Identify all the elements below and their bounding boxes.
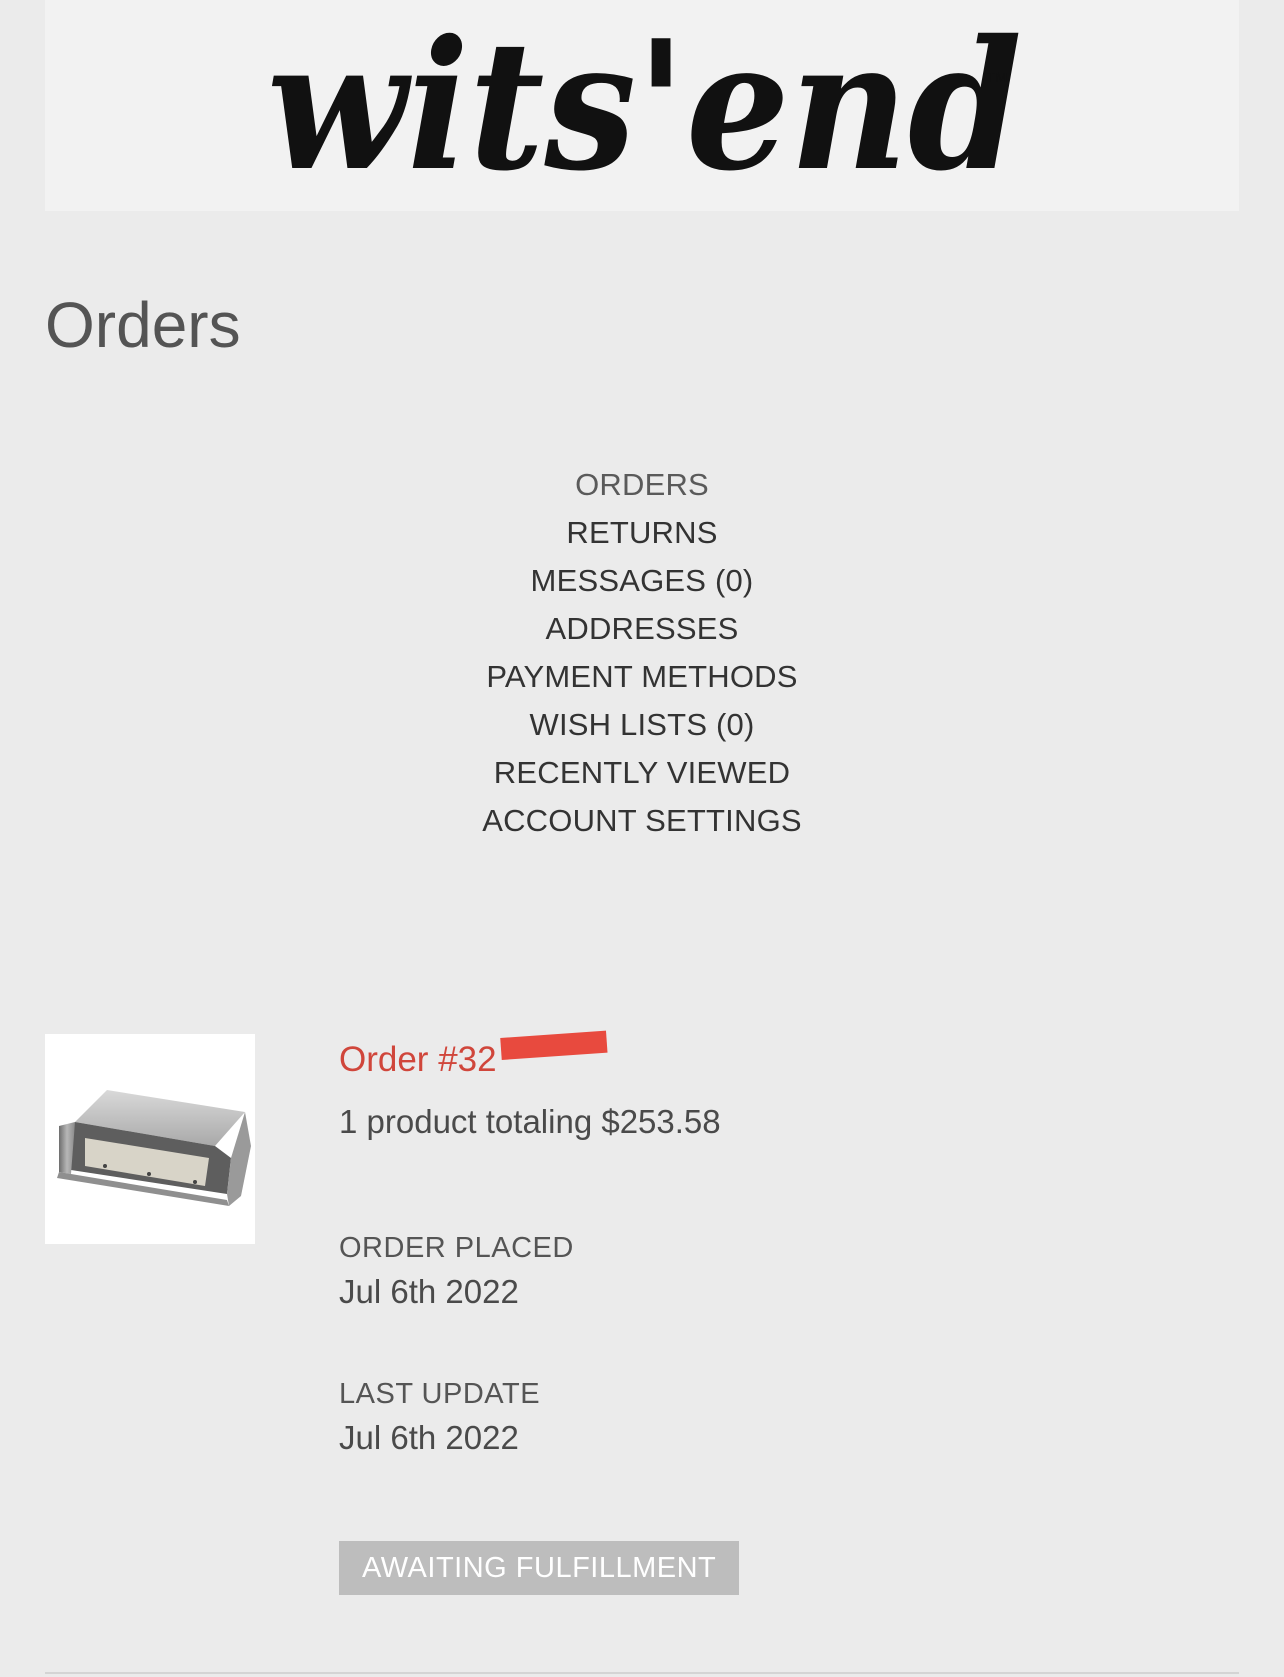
product-tray-icon — [57, 1090, 251, 1206]
nav-item-returns[interactable]: RETURNS — [0, 509, 1284, 557]
nav-item-recently-viewed[interactable]: RECENTLY VIEWED — [0, 749, 1284, 797]
logo-wordmark: wits'end — [267, 1, 1022, 210]
nav-item-payment-methods[interactable]: PAYMENT METHODS — [0, 653, 1284, 701]
order-summary: 1 product totaling $253.58 — [339, 1103, 721, 1140]
last-update-date: Jul 6th 2022 — [339, 1419, 519, 1456]
order-number-link[interactable]: Order #32 — [339, 1030, 608, 1086]
redaction-mark — [500, 1030, 608, 1060]
order-placed-label: ORDER PLACED — [339, 1232, 574, 1264]
status-badge: AWAITING FULFILLMENT — [339, 1541, 740, 1595]
divider — [45, 1672, 1239, 1674]
trademark-mark: TM — [987, 69, 1007, 85]
page-title: Orders — [45, 289, 241, 361]
account-nav: ORDERS RETURNS MESSAGES (0) ADDRESSES PA… — [0, 461, 1284, 845]
site-header-logo[interactable]: wits'end TM — [45, 0, 1239, 211]
order-product-image[interactable] — [45, 1034, 255, 1244]
order-number-text[interactable]: Order #32 — [339, 1040, 497, 1079]
nav-item-orders[interactable]: ORDERS — [0, 461, 1284, 509]
nav-item-messages[interactable]: MESSAGES (0) — [0, 557, 1284, 605]
last-update-label: LAST UPDATE — [339, 1378, 541, 1410]
witsend-logo: wits'end TM — [267, 1, 1022, 210]
nav-item-account-settings[interactable]: ACCOUNT SETTINGS — [0, 797, 1284, 845]
order-placed-date: Jul 6th 2022 — [339, 1273, 519, 1310]
nav-item-wish-lists[interactable]: WISH LISTS (0) — [0, 701, 1284, 749]
nav-item-addresses[interactable]: ADDRESSES — [0, 605, 1284, 653]
